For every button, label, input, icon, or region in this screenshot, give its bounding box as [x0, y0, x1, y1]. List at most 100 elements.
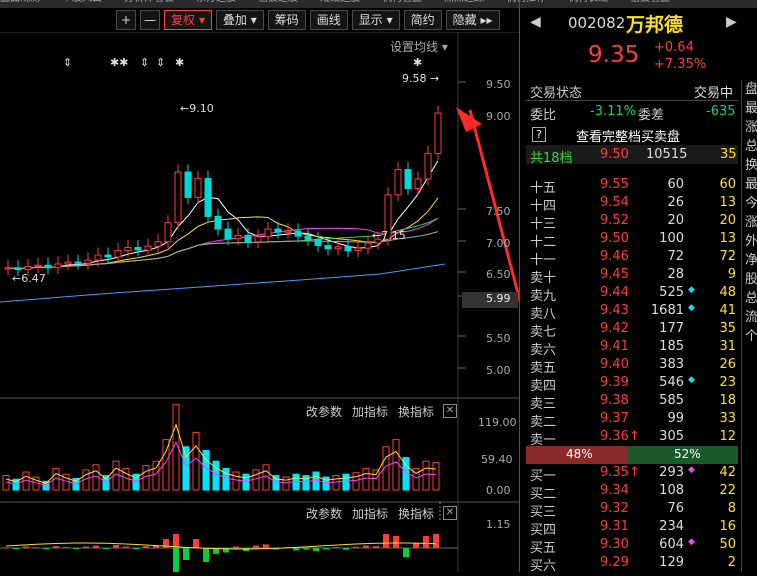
top-menu-item[interactable]: 个股风云 [62, 0, 102, 4]
side-label: 涨 [745, 120, 757, 135]
orderbook-row[interactable]: 十一 9.46 72 72 [526, 248, 736, 268]
macd-bar [43, 548, 49, 550]
simple-mode-button[interactable]: 简约 [403, 10, 442, 30]
orderbook-row[interactable]: 十二 9.50 100 13 [526, 230, 736, 250]
ma-settings-button[interactable]: 设置均线 ▾ [390, 38, 448, 55]
long-ma-line [0, 263, 446, 303]
candle-body [164, 222, 172, 243]
orderbook-row[interactable]: 十三 9.52 20 20 [526, 212, 736, 232]
candle-body [194, 177, 202, 198]
overlay-dropdown[interactable]: 叠加 ▾ [215, 10, 264, 30]
candle-body [434, 112, 442, 155]
dropdown-arrow-icon: ▾ [438, 40, 448, 54]
kline-chart-area[interactable]: 设置均线 ▾ ⇕ ✱✱ ⇕ ⇕ ✱ ✱ 9.58 → ←9.10 ←6.47 ←… [0, 31, 562, 572]
candle-body [294, 230, 302, 237]
view-full-orderbook-link[interactable]: 查看完整档买卖盘 [576, 126, 680, 145]
orderbook-row[interactable]: 十四 9.54 26 13 [526, 194, 736, 214]
level-count: 16 [719, 519, 736, 534]
top-menu-item[interactable]: 热点追踪 [444, 0, 484, 4]
level-volume: 234 [659, 519, 684, 534]
big-order-marker-icon: ◆ [688, 465, 695, 475]
event-marker[interactable]: ✱✱ [110, 56, 128, 69]
price-axis-label: 9.00 [486, 110, 511, 123]
side-label: 换 [745, 158, 757, 173]
switch-indicator-button[interactable]: 换指标 [398, 505, 434, 522]
top-menu-item[interactable]: 机构看盘 [382, 0, 422, 4]
close-icon[interactable]: ✕ [443, 506, 457, 520]
add-indicator-button[interactable]: 加指标 [352, 403, 388, 420]
orderbook-row[interactable]: 买三 9.32 76 8 [526, 500, 736, 520]
volume-bar [352, 472, 360, 491]
macd-bar [323, 548, 329, 550]
help-icon[interactable]: ? [532, 127, 546, 142]
top-menu-item[interactable]: 盘面观测 [0, 0, 40, 4]
orderbook-row[interactable]: 卖一 9.36↑ 305 12 [526, 428, 736, 448]
event-marker[interactable]: ✱ [175, 56, 184, 69]
level-price: 9.43 [600, 303, 629, 318]
fuquan-dropdown[interactable]: 复权 ▾ [164, 10, 212, 30]
orderbook-row[interactable]: 卖八 9.43 1681 ◆ 41 [526, 302, 736, 322]
event-marker[interactable]: ⇕ [63, 56, 72, 69]
orderbook-row[interactable]: 卖三 9.38 585 18 [526, 392, 736, 412]
macd-bar [423, 536, 429, 548]
switch-indicator-button[interactable]: 换指标 [398, 403, 434, 420]
add-indicator-button[interactable]: 加指标 [352, 505, 388, 522]
candle-body [54, 263, 62, 269]
total-volume: 10515 [646, 147, 688, 162]
event-marker[interactable]: ⇕ [140, 56, 149, 69]
candle-body [114, 250, 122, 258]
orderbook-row[interactable]: 十五 9.55 60 60 [526, 176, 736, 196]
side-label: 总 [745, 139, 757, 154]
orderbook-row[interactable]: 卖五 9.40 383 26 [526, 356, 736, 376]
top-menu-item[interactable]: 信披选股 [258, 0, 298, 4]
candle-body [324, 245, 332, 250]
orderbook-row[interactable]: 卖六 9.41 185 31 [526, 338, 736, 358]
dropdown-arrow-icon: ▾ [195, 13, 205, 27]
orderbook-row[interactable]: 卖二 9.37 99 33 [526, 410, 736, 430]
level-price: 9.38 [600, 393, 629, 408]
orderbook-row[interactable]: 买二 9.34 108 22 [526, 482, 736, 502]
level-volume: 76 [667, 501, 684, 516]
weibi-label: 委比 [530, 108, 557, 123]
level-count: 8 [727, 501, 736, 516]
top-menu-item[interactable]: 分析师看板 [124, 0, 174, 4]
event-marker[interactable]: ⇕ [156, 56, 165, 69]
zoom-out-button[interactable]: — [140, 10, 160, 30]
top-menu-item[interactable]: 短线选股 [320, 0, 360, 4]
display-dropdown[interactable]: 显示 ▾ [351, 10, 400, 30]
macd-bar [243, 548, 249, 551]
total-levels-label: 共18档 [530, 151, 573, 166]
prev-stock-icon[interactable]: ◀ [530, 14, 541, 30]
top-menu-item[interactable]: 东方选股 [196, 0, 236, 4]
level-volume: 177 [659, 321, 684, 336]
change-params-button[interactable]: 改参数 [306, 505, 342, 522]
orderbook-row[interactable]: 买六 9.29 129 2 [526, 554, 736, 574]
change-params-button[interactable]: 改参数 [306, 403, 342, 420]
macd-bar [293, 548, 299, 551]
hide-button[interactable]: 隐藏 ▸▸ [445, 10, 500, 30]
orderbook-row[interactable]: 买一 9.35↑ 293 ◆ 42 [526, 464, 736, 484]
orderbook-row[interactable]: 卖十 9.45 28 9 [526, 266, 736, 286]
level-count: 35 [719, 321, 736, 336]
orderbook-row[interactable]: 卖九 9.44 525 ◆ 48 [526, 284, 736, 304]
close-icon[interactable]: ✕ [443, 404, 457, 418]
event-marker[interactable]: ✱ [413, 56, 422, 69]
candle-body [344, 246, 352, 252]
orderbook-row[interactable]: 买四 9.31 234 16 [526, 518, 736, 538]
price-change: +0.64 [654, 40, 694, 55]
panel-divider[interactable] [519, 0, 520, 572]
chips-button[interactable]: 筹码 [267, 10, 306, 30]
volume-bar [282, 476, 290, 491]
orderbook-row[interactable]: 卖四 9.39 546 ◆ 23 [526, 374, 736, 394]
candle-body [104, 254, 112, 258]
volume-bar [152, 460, 160, 491]
draw-line-button[interactable]: 画线 [309, 10, 348, 30]
macd-bar [73, 548, 79, 549]
orderbook-row[interactable]: 卖七 9.42 177 35 [526, 320, 736, 340]
annotation-arrow [468, 109, 562, 455]
macd-bar [53, 546, 59, 548]
next-stock-icon[interactable]: ▶ [726, 14, 737, 30]
zoom-in-button[interactable]: + [116, 10, 136, 30]
volume-bar [332, 475, 340, 491]
orderbook-row[interactable]: 买五 9.30 604 ◆ 50 [526, 536, 736, 556]
